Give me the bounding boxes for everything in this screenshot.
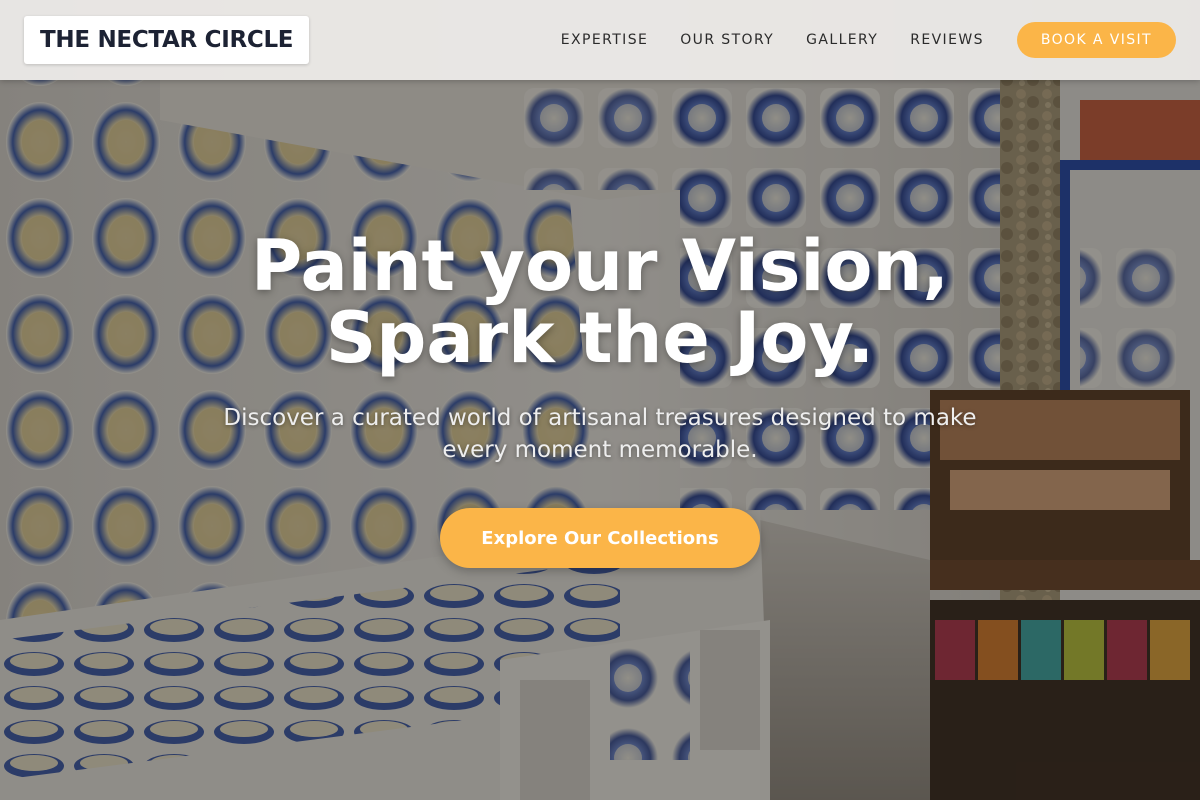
hero-title: Paint your Vision, Spark the Joy. bbox=[0, 230, 1200, 374]
nav-link-our-story[interactable]: OUR STORY bbox=[680, 32, 774, 48]
hero-title-line-2: Spark the Joy. bbox=[325, 297, 875, 379]
nav-menu: EXPERTISE OUR STORY GALLERY REVIEWS BOOK… bbox=[561, 22, 1176, 58]
hero-title-line-1: Paint your Vision, bbox=[251, 225, 949, 307]
nav-link-gallery[interactable]: GALLERY bbox=[806, 32, 878, 48]
hero-content: Paint your Vision, Spark the Joy. Discov… bbox=[0, 230, 1200, 568]
brand-name: THE NECTAR CIRCLE bbox=[40, 27, 294, 53]
nav-link-reviews[interactable]: REVIEWS bbox=[910, 32, 984, 48]
nav-link-expertise[interactable]: EXPERTISE bbox=[561, 32, 648, 48]
brand-logo[interactable]: THE NECTAR CIRCLE bbox=[24, 16, 310, 64]
book-visit-button[interactable]: BOOK A VISIT bbox=[1016, 22, 1176, 58]
hero-subtitle: Discover a curated world of artisanal tr… bbox=[223, 405, 977, 463]
explore-collections-button[interactable]: Explore Our Collections bbox=[440, 508, 760, 568]
top-navbar: THE NECTAR CIRCLE EXPERTISE OUR STORY GA… bbox=[0, 0, 1200, 80]
